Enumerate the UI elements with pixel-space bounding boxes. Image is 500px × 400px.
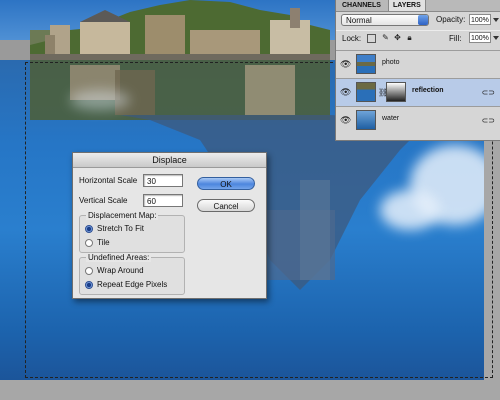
undefined-areas-title: Undefined Areas: bbox=[86, 253, 152, 262]
link-icon: ⊂⊃ bbox=[481, 116, 495, 125]
horizontal-scale-label: Horizontal Scale bbox=[79, 176, 138, 185]
tab-layers[interactable]: LAYERS bbox=[388, 0, 426, 11]
undefined-areas-group: Undefined Areas: Wrap Around Repeat Edge… bbox=[79, 253, 185, 295]
lock-position-icon[interactable]: ✥ bbox=[393, 33, 402, 42]
radio-repeat-edge-pixels[interactable] bbox=[85, 281, 93, 289]
layer-thumbnail bbox=[356, 54, 376, 74]
layers-panel: CHANNELS LAYERS Normal Opacity: 100% Loc… bbox=[335, 0, 500, 141]
dialog-title: Displace bbox=[73, 153, 266, 168]
fill-field[interactable]: 100% bbox=[469, 32, 491, 43]
radio-stretch-to-fit[interactable] bbox=[85, 225, 93, 233]
fill-slider-arrow-icon[interactable] bbox=[493, 36, 499, 40]
radio-label[interactable]: Tile bbox=[97, 238, 110, 247]
layer-mask-thumbnail[interactable] bbox=[386, 82, 406, 102]
radio-label[interactable]: Stretch To Fit bbox=[97, 224, 144, 233]
radio-label[interactable]: Wrap Around bbox=[97, 266, 144, 275]
castle-photo bbox=[30, 0, 330, 62]
pasteboard-bottom bbox=[0, 380, 500, 400]
blend-mode-value: Normal bbox=[346, 16, 372, 25]
eye-icon[interactable]: 👁︎ bbox=[340, 87, 352, 97]
opacity-slider-arrow-icon[interactable] bbox=[493, 18, 499, 22]
radio-tile[interactable] bbox=[85, 239, 93, 247]
radio-label[interactable]: Repeat Edge Pixels bbox=[97, 280, 167, 289]
lock-transparency-icon[interactable] bbox=[367, 34, 376, 43]
displacement-map-group: Displacement Map: Stretch To Fit Tile bbox=[79, 211, 185, 253]
lock-all-icon[interactable]: 🔒︎ bbox=[405, 33, 414, 42]
lock-image-icon[interactable]: ✎ bbox=[381, 33, 390, 42]
lock-row: Lock: ✎ ✥ 🔒︎ Fill: 100% bbox=[336, 30, 500, 45]
opacity-label: Opacity: bbox=[436, 15, 466, 24]
cancel-button[interactable]: Cancel bbox=[197, 199, 255, 212]
tab-channels[interactable]: CHANNELS bbox=[338, 0, 385, 11]
layer-thumbnail bbox=[356, 82, 376, 102]
blend-mode-select[interactable]: Normal bbox=[341, 14, 429, 26]
layer-name: water bbox=[382, 115, 400, 122]
layer-name: reflection bbox=[412, 87, 444, 94]
opacity-field[interactable]: 100% bbox=[469, 14, 491, 25]
radio-wrap-around[interactable] bbox=[85, 267, 93, 275]
cloud-reflection bbox=[380, 190, 440, 230]
displace-dialog: Displace Horizontal Scale 30 Vertical Sc… bbox=[72, 152, 267, 299]
ok-button[interactable]: OK bbox=[197, 177, 255, 190]
layer-row-photo[interactable]: 👁︎ photo bbox=[336, 50, 500, 78]
blend-row: Normal Opacity: 100% bbox=[336, 12, 500, 28]
dropdown-arrow-icon bbox=[418, 15, 428, 25]
horizontal-scale-input[interactable]: 30 bbox=[143, 174, 183, 187]
fill-label: Fill: bbox=[449, 34, 462, 43]
eye-icon[interactable]: 👁︎ bbox=[340, 115, 352, 125]
layer-row-water[interactable]: 👁︎ water ⊂⊃ bbox=[336, 106, 500, 134]
eye-icon[interactable]: 👁︎ bbox=[340, 59, 352, 69]
link-icon: ⊂⊃ bbox=[481, 88, 495, 97]
vertical-scale-input[interactable]: 60 bbox=[143, 194, 183, 207]
panel-tabs: CHANNELS LAYERS bbox=[336, 0, 500, 12]
cloud-reflection bbox=[70, 90, 130, 110]
layer-thumbnail bbox=[356, 110, 376, 130]
layer-row-reflection[interactable]: 👁︎ ⛓ reflection ⊂⊃ bbox=[336, 78, 500, 106]
vertical-scale-label: Vertical Scale bbox=[79, 196, 128, 205]
displacement-map-title: Displacement Map: bbox=[86, 211, 159, 220]
lock-label: Lock: bbox=[342, 34, 362, 43]
layer-name: photo bbox=[382, 59, 400, 66]
